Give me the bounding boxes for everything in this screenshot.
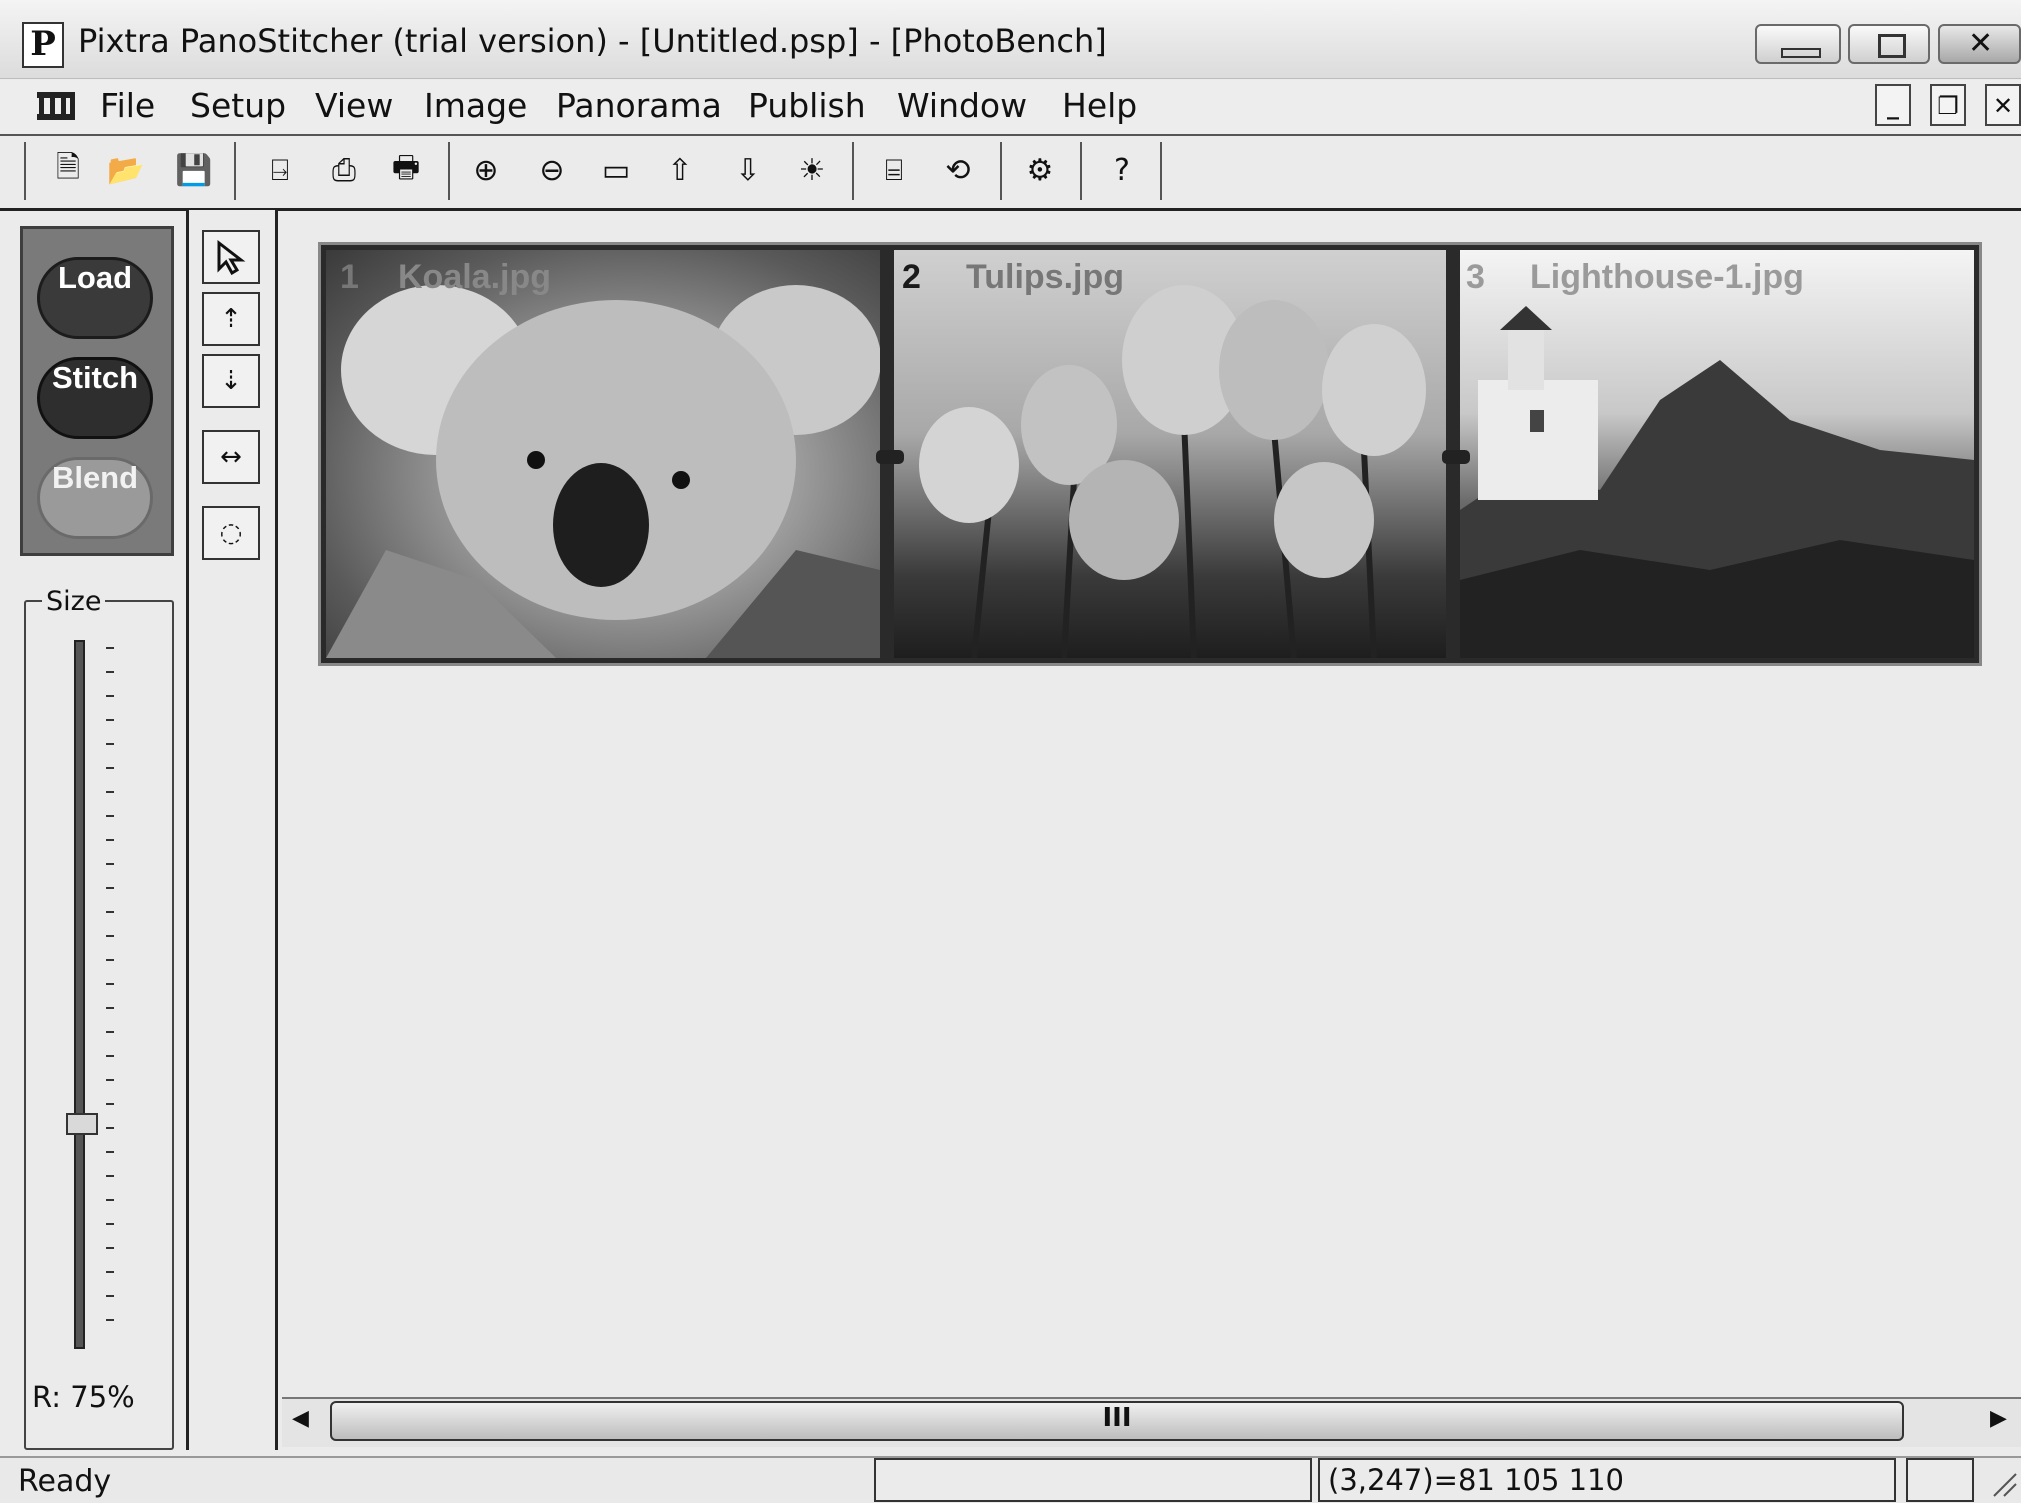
- lighthouse-picture: [1460, 306, 1974, 658]
- image-name: Lighthouse-1.jpg: [1530, 258, 1804, 296]
- size-group: [24, 600, 174, 1450]
- print-icon[interactable]: 🖶: [380, 144, 432, 196]
- resize-grip-icon[interactable]: [1990, 1468, 2018, 1498]
- menu-publish[interactable]: Publish: [748, 86, 866, 125]
- fit-icon[interactable]: ▭: [590, 144, 642, 196]
- app-icon[interactable]: P: [22, 22, 64, 68]
- help-icon[interactable]: ?: [1096, 144, 1148, 196]
- stitch-button[interactable]: Stitch: [37, 357, 153, 439]
- document-menu-icon[interactable]: [34, 86, 78, 130]
- size-slider-thumb[interactable]: [66, 1113, 98, 1136]
- link-connector-2-3[interactable]: [1442, 450, 1470, 464]
- scrollbar-thumb[interactable]: III: [330, 1401, 1904, 1441]
- slider-ticks: [106, 647, 114, 1321]
- menu-window[interactable]: Window: [897, 86, 1027, 125]
- load-button[interactable]: Load: [37, 257, 153, 339]
- scroll-right-arrow-icon[interactable]: ▶: [1990, 1406, 2007, 1431]
- toolbar: 🗎 📂 💾 ⍈ ⎙ 🖶 ⊕ ⊖ ▭ ⇧ ⇩ ☀ ⌸ ⟲ ⚙ ?: [0, 136, 2021, 211]
- export-icon[interactable]: ⎙: [318, 144, 370, 196]
- pixel-info: (3,247)=81 105 110: [1318, 1458, 1896, 1502]
- brightness-icon[interactable]: ☀: [786, 144, 838, 196]
- move-up-icon[interactable]: ⇧: [654, 144, 706, 196]
- move-down-icon[interactable]: ⇩: [722, 144, 774, 196]
- menu-file[interactable]: File: [100, 86, 155, 125]
- maximize-button[interactable]: [1848, 24, 1930, 64]
- size-label: Size: [42, 586, 106, 617]
- menu-view[interactable]: View: [315, 86, 393, 125]
- action-panel: Load Stitch Blend: [20, 226, 174, 556]
- image-index: 3: [1466, 258, 1485, 296]
- spacing-icon[interactable]: ↔: [202, 430, 260, 484]
- move-forward-icon[interactable]: ⇡: [202, 292, 260, 346]
- menu-help[interactable]: Help: [1062, 86, 1137, 125]
- mdi-close-button[interactable]: ✕: [1985, 84, 2021, 126]
- image-thumb-2[interactable]: 2 Tulips.jpg: [894, 250, 1446, 658]
- menu-panorama[interactable]: Panorama: [556, 86, 722, 125]
- image-thumb-1[interactable]: 1 Koala.jpg: [326, 250, 880, 658]
- minimize-button[interactable]: [1755, 24, 1841, 64]
- stitch-icon[interactable]: ⌸: [868, 144, 920, 196]
- link-connector-1-2[interactable]: [876, 450, 904, 464]
- image-thumb-3[interactable]: 3 Lighthouse-1.jpg: [1460, 250, 1974, 658]
- lasso-icon[interactable]: ◌: [202, 506, 260, 560]
- scroll-left-arrow-icon[interactable]: ◀: [292, 1406, 309, 1431]
- zoom-out-icon[interactable]: ⊖: [526, 144, 578, 196]
- select-arrow-icon[interactable]: [202, 230, 260, 284]
- image-index: 2: [902, 258, 921, 296]
- scrollbar-grip: III: [1102, 1403, 1132, 1433]
- close-icon: ✕: [1968, 26, 1994, 61]
- tulips-picture: [919, 285, 1426, 658]
- window-title: Pixtra PanoStitcher (trial version) - [U…: [78, 22, 1107, 60]
- koala-picture: [326, 285, 880, 658]
- move-back-icon[interactable]: ⇣: [202, 354, 260, 408]
- settings-icon[interactable]: ⚙: [1014, 144, 1066, 196]
- blend-button[interactable]: Blend: [37, 457, 153, 539]
- status-pane-empty: [874, 1458, 1312, 1502]
- menu-setup[interactable]: Setup: [190, 86, 286, 125]
- open-icon[interactable]: 📂: [100, 144, 152, 196]
- status-pane-small: [1906, 1458, 1974, 1502]
- close-button[interactable]: ✕: [1938, 24, 2021, 64]
- save-icon[interactable]: 💾: [168, 144, 220, 196]
- ratio-readout: R: 75%: [32, 1380, 135, 1414]
- status-text: Ready: [18, 1464, 112, 1499]
- menu-image[interactable]: Image: [424, 86, 527, 125]
- mdi-minimize-button[interactable]: _: [1875, 84, 1911, 126]
- zoom-in-icon[interactable]: ⊕: [460, 144, 512, 196]
- import-icon[interactable]: ⍈: [254, 144, 306, 196]
- rotate-icon[interactable]: ⟲: [932, 144, 984, 196]
- size-slider-track[interactable]: [74, 640, 85, 1349]
- image-name: Koala.jpg: [398, 258, 552, 296]
- image-name: Tulips.jpg: [966, 258, 1125, 296]
- new-icon[interactable]: 🗎: [42, 144, 94, 196]
- image-index: 1: [340, 258, 359, 296]
- mdi-restore-button[interactable]: ❐: [1930, 84, 1966, 126]
